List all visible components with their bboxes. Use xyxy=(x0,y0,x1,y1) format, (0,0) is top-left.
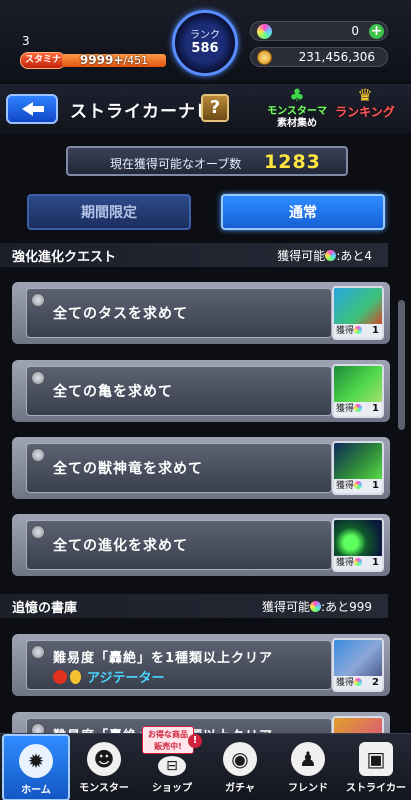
monster-art xyxy=(334,520,382,558)
nav-striker[interactable]: ▣ ストライカー xyxy=(342,734,410,800)
ranking-label: ランキング xyxy=(335,105,395,119)
monster-art xyxy=(334,366,382,404)
material-label-line2: 素材集め xyxy=(277,118,317,129)
friend-icon: ♟ xyxy=(291,742,325,776)
monster-thumbnail: 獲得 1 xyxy=(332,286,384,340)
quest-row[interactable]: 全ての亀を求めて 獲得 1 xyxy=(12,360,390,422)
quest-name: 全ての亀を求めて xyxy=(53,384,173,400)
help-button[interactable]: ? xyxy=(201,94,229,122)
orb-icon xyxy=(354,558,363,566)
bullet-icon xyxy=(31,448,45,462)
orb-icon xyxy=(354,326,363,334)
available-orbs-panel: 現在獲得可能なオーブ数 1283 xyxy=(66,146,348,176)
tab-limited[interactable]: 期間限定 xyxy=(27,194,191,230)
monster-thumbnail: 獲得 1 xyxy=(332,518,384,572)
quest-name: 全てのタスを求めて xyxy=(53,306,188,322)
devil-icon xyxy=(53,670,67,684)
quest-name: 難易度「轟絶」を1種類以上クリア xyxy=(53,651,274,666)
stamina-icon: スタミナ xyxy=(20,52,66,69)
gold-count: 231,456,306 xyxy=(298,50,375,64)
stamina-max: /451 xyxy=(123,54,149,67)
monster-art xyxy=(334,443,382,481)
nav-gacha[interactable]: ◉ ガチャ xyxy=(206,734,274,800)
back-arrow-icon xyxy=(22,102,44,116)
back-button[interactable] xyxy=(6,94,58,124)
section-header-archive: 追憶の書庫 獲得可能:あと999 xyxy=(0,594,388,618)
section-remaining: 獲得可能:あと4 xyxy=(277,249,372,263)
quest-subtitle: アジテーター xyxy=(53,667,164,686)
shop-sale-badge: お得な商品 販売中! xyxy=(142,726,194,754)
orb-icon xyxy=(257,24,272,39)
material-collection-button[interactable]: ♣ モンスターマ 素材集め xyxy=(266,88,328,130)
rank-value: 586 xyxy=(191,41,219,56)
orb-icon xyxy=(354,481,363,489)
monster-art xyxy=(334,288,382,326)
bullet-icon xyxy=(31,525,45,539)
player-level: 3 xyxy=(22,34,30,48)
monster-icon: ☻ xyxy=(87,742,121,776)
tab-normal[interactable]: 通常 xyxy=(221,194,385,230)
section-remaining: 獲得可能:あと999 xyxy=(262,600,372,614)
orb-icon xyxy=(354,404,363,412)
section-header-evolution: 強化進化クエスト 獲得可能:あと4 xyxy=(0,243,388,267)
clover-icon: ♣ xyxy=(289,86,305,106)
bullet-icon xyxy=(31,293,45,307)
orb-count: 0 xyxy=(351,24,359,38)
nav-friend[interactable]: ♟ フレンド xyxy=(274,734,342,800)
rank-badge[interactable]: ランク 586 xyxy=(172,10,238,76)
monster-art xyxy=(334,640,382,678)
orb-icon xyxy=(354,678,363,686)
bottom-nav: ✹ ホーム ☻ モンスター お得な商品 販売中! ! ⊟ ショップ ◉ ガチャ ♟… xyxy=(0,726,411,800)
nav-home[interactable]: ✹ ホーム xyxy=(2,734,70,800)
gacha-icon: ◉ xyxy=(223,742,257,776)
alert-icon: ! xyxy=(188,734,202,748)
bullet-icon xyxy=(31,371,45,385)
nav-monster[interactable]: ☻ モンスター xyxy=(70,734,138,800)
available-orbs-label: 現在獲得可能なオーブ数 xyxy=(110,157,242,171)
stamina-readout: 9999+/451 xyxy=(62,53,166,68)
quest-row[interactable]: 全ての進化を求めて 獲得 1 xyxy=(12,514,390,576)
stamina-value: 9999+ xyxy=(79,53,124,67)
cart-icon: ⊟ xyxy=(158,756,186,776)
monster-thumbnail: 獲得 1 xyxy=(332,364,384,418)
monster-thumbnail: 獲得 1 xyxy=(332,441,384,495)
quest-row[interactable]: 全ての獣神竜を求めて 獲得 1 xyxy=(12,437,390,499)
available-orbs-value: 1283 xyxy=(264,151,321,173)
orb-icon xyxy=(325,250,337,261)
rank-label: ランク xyxy=(190,30,220,41)
scrollbar[interactable] xyxy=(398,300,405,430)
bullet-icon xyxy=(31,645,45,659)
status-bar: 3 スタミナ 9999+/451 ランク 586 0 + 231,456,306 xyxy=(0,0,411,82)
egg-icon xyxy=(70,670,81,684)
orb-counter-pill: 0 + xyxy=(250,21,388,41)
page-title: ストライカーナビ xyxy=(70,102,214,122)
gold-coin-icon xyxy=(257,50,272,65)
section-title: 強化進化クエスト xyxy=(12,250,117,265)
orb-icon xyxy=(310,601,322,612)
crown-icon: ♛ xyxy=(357,86,373,106)
quest-row[interactable]: 難易度「轟絶」を1種類以上クリア アジテーター 獲得 2 xyxy=(12,634,390,696)
quest-name: 全ての獣神竜を求めて xyxy=(53,461,203,477)
ranking-button[interactable]: ♛ ランキング xyxy=(334,88,396,130)
section-title: 追憶の書庫 xyxy=(12,601,78,616)
home-icon: ✹ xyxy=(19,744,53,778)
gold-counter-pill: 231,456,306 xyxy=(250,47,388,67)
striker-icon: ▣ xyxy=(359,742,393,776)
monster-thumbnail: 獲得 2 xyxy=(332,638,384,692)
nav-shop[interactable]: お得な商品 販売中! ! ⊟ ショップ xyxy=(138,726,206,800)
material-label-line1: モンスターマ xyxy=(267,106,327,117)
quest-row[interactable]: 全てのタスを求めて 獲得 1 xyxy=(12,282,390,344)
quest-name: 全ての進化を求めて xyxy=(53,538,188,554)
add-orbs-button[interactable]: + xyxy=(369,24,384,39)
title-bar: ストライカーナビ ? ♣ モンスターマ 素材集め ♛ ランキング xyxy=(0,84,411,134)
